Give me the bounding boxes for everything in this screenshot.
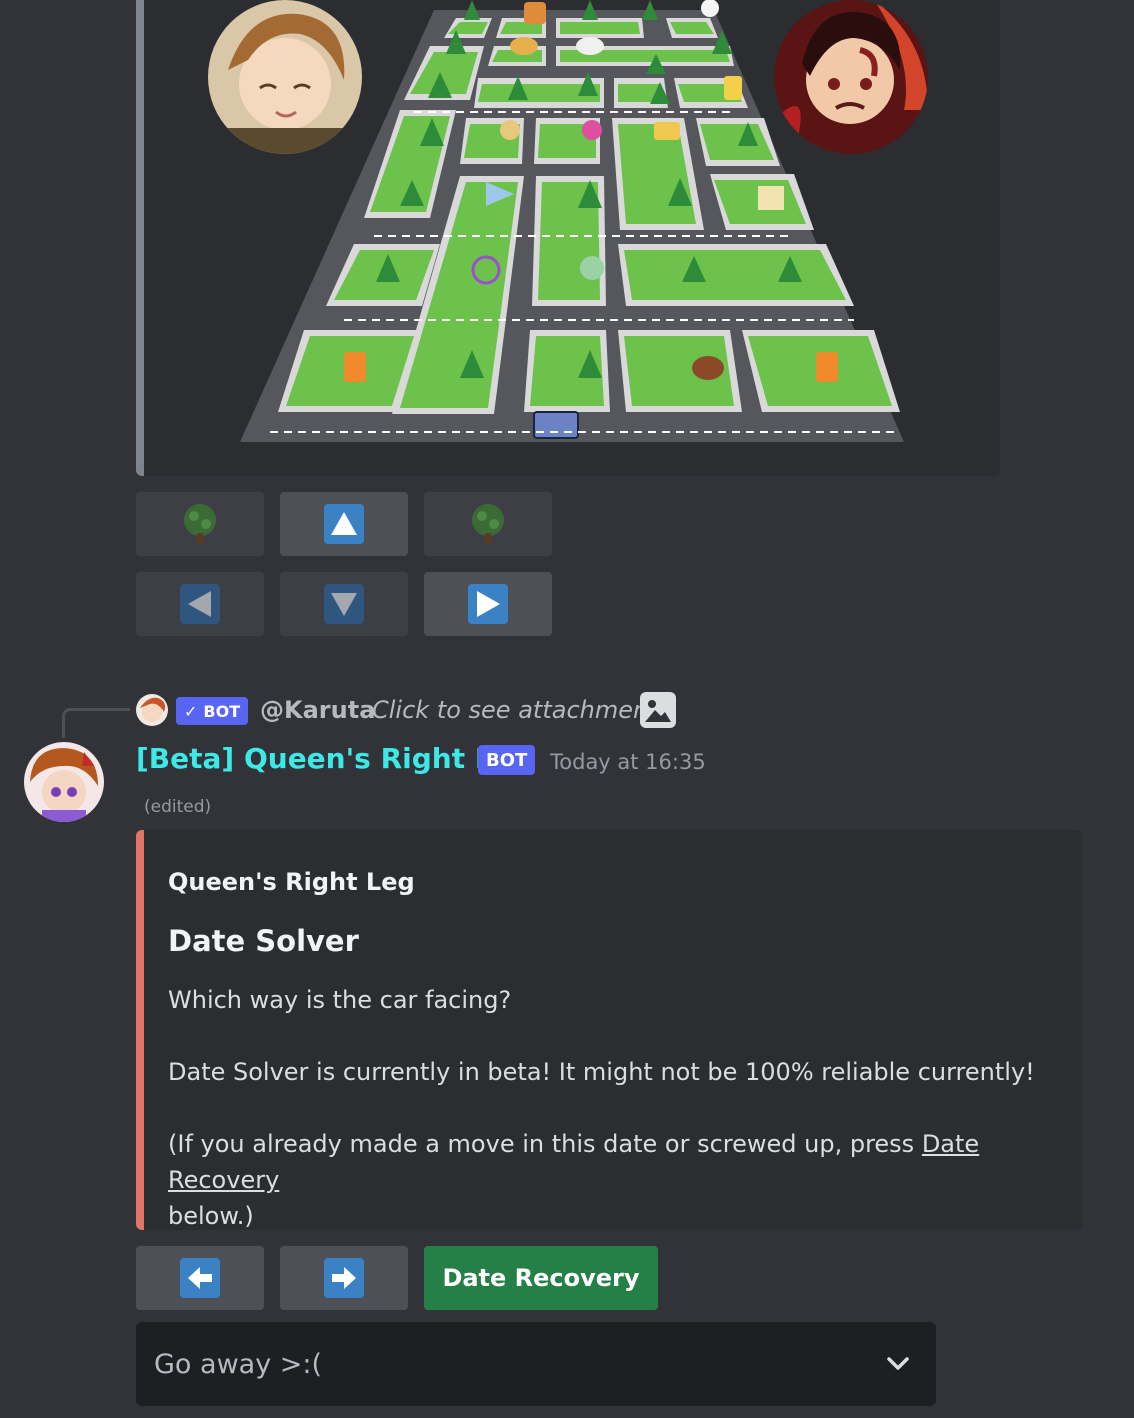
- message-username[interactable]: [Beta] Queen's Right Leg: [136, 742, 532, 775]
- recovery-hint-suffix: below.): [168, 1202, 254, 1230]
- edited-label: (edited): [144, 797, 212, 817]
- reply-preview-text[interactable]: Click to see attachment: [372, 696, 658, 724]
- left-arrow-icon: [180, 1258, 220, 1298]
- embed-author: Queen's Right Leg: [168, 868, 415, 896]
- date-recovery-button[interactable]: Date Recovery: [424, 1246, 658, 1310]
- left-arrow-icon: [180, 584, 220, 624]
- right-arrow-icon: [468, 584, 508, 624]
- select-value: Go away >:(: [154, 1348, 323, 1380]
- left-answer-button[interactable]: [136, 1246, 264, 1310]
- recovery-hint-prefix: (If you already made a move in this date…: [168, 1130, 922, 1158]
- tree-icon: [184, 504, 216, 544]
- tree-icon: [472, 504, 504, 544]
- embed-beta-notice: Date Solver is currently in beta! It mig…: [168, 1058, 1035, 1086]
- embed-title: Date Solver: [168, 924, 359, 958]
- left-button[interactable]: [136, 572, 264, 636]
- tree-button-right[interactable]: [424, 492, 552, 556]
- right-button[interactable]: [424, 572, 552, 636]
- up-arrow-icon: [324, 504, 364, 544]
- verified-check-icon: ✓: [184, 701, 198, 721]
- down-arrow-icon: [324, 584, 364, 624]
- down-button[interactable]: [280, 572, 408, 636]
- reply-connector: [62, 708, 130, 738]
- embed-question: Which way is the car facing?: [168, 986, 512, 1014]
- tree-button-left[interactable]: [136, 492, 264, 556]
- reply-avatar[interactable]: [136, 694, 168, 726]
- reply-bot-tag: ✓ BOT: [176, 697, 249, 725]
- bot-avatar[interactable]: [24, 742, 104, 822]
- chevron-down-icon: [887, 1357, 909, 1370]
- message-bot-tag: BOT: [478, 745, 536, 775]
- embed-recovery-hint: (If you already made a move in this date…: [168, 1126, 1068, 1234]
- select-menu[interactable]: Go away >:(: [136, 1322, 936, 1406]
- right-player-avatar: [774, 0, 928, 154]
- message-timestamp[interactable]: Today at 16:35: [550, 750, 706, 774]
- reply-username[interactable]: @Karuta: [260, 696, 375, 724]
- date-solver-embed: Queen's Right Leg Date Solver Which way …: [136, 830, 1082, 1230]
- reply-bot-tag-text: BOT: [203, 701, 241, 721]
- left-player-avatar: [208, 0, 362, 154]
- game-embed: [136, 0, 1000, 476]
- right-answer-button[interactable]: [280, 1246, 408, 1310]
- up-button[interactable]: [280, 492, 408, 556]
- right-arrow-icon: [324, 1258, 364, 1298]
- image-icon[interactable]: [640, 692, 676, 728]
